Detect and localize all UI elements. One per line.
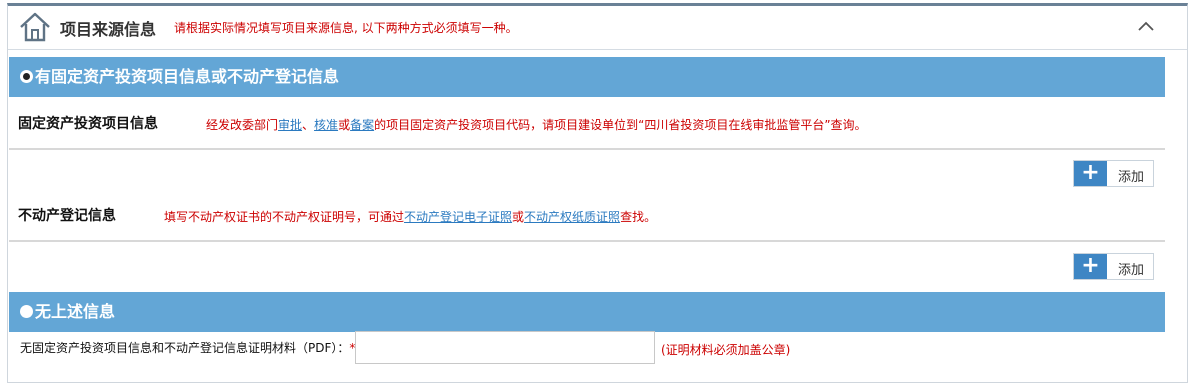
pdf-note: (证明材料必须加盖公章) (661, 343, 791, 357)
pdf-upload-input[interactable] (355, 331, 655, 364)
option-no-info-radio[interactable] (20, 305, 33, 318)
add-real-estate-button[interactable]: + 添加 (1073, 253, 1154, 280)
option-no-info-bar[interactable]: 无上述信息 (9, 292, 1165, 332)
real-estate-note: 填写不动产权证书的不动产权证明号，可通过不动产登记电子证照或不动产权纸质证照查找… (164, 210, 657, 224)
divider (9, 148, 1165, 150)
plus-icon: + (1074, 254, 1107, 279)
plus-icon: + (1074, 161, 1107, 186)
add-real-estate-label: 添加 (1118, 263, 1145, 278)
panel-note: 请根据实际情况填写项目来源信息, 以下两种方式必须填写一种。 (174, 21, 518, 35)
fixed-asset-label: 固定资产投资项目信息 (18, 116, 158, 132)
panel-title: 项目来源信息 (60, 20, 157, 39)
link-electronic-cert[interactable]: 不动产登记电子证照 (404, 210, 512, 224)
add-fixed-asset-button[interactable]: + 添加 (1073, 160, 1154, 187)
option-has-info-label: 有固定资产投资项目信息或不动产登记信息 (35, 67, 340, 86)
fixed-asset-note: 经发改委部门审批、核准或备案的项目固定资产投资项目代码，请项目建设单位到“四川省… (206, 118, 867, 132)
link-approve[interactable]: 审批 (278, 118, 302, 132)
panel-header: 项目来源信息 请根据实际情况填写项目来源信息, 以下两种方式必须填写一种。 (8, 6, 1187, 50)
divider (9, 240, 1165, 242)
add-fixed-asset-label: 添加 (1118, 170, 1145, 185)
option-has-info-bar[interactable]: 有固定资产投资项目信息或不动产登记信息 (9, 57, 1165, 97)
link-verify[interactable]: 核准 (314, 118, 338, 132)
home-icon (20, 12, 50, 42)
link-paper-cert[interactable]: 不动产权纸质证照 (524, 210, 620, 224)
pdf-field-label: 无固定资产投资项目信息和不动产登记信息证明材料（PDF）：* (20, 341, 356, 355)
real-estate-label: 不动产登记信息 (18, 208, 116, 224)
collapse-chevron-up-icon[interactable] (1136, 18, 1156, 34)
option-no-info-label: 无上述信息 (35, 302, 116, 321)
link-record[interactable]: 备案 (350, 118, 374, 132)
option-has-info-radio[interactable] (20, 70, 33, 83)
